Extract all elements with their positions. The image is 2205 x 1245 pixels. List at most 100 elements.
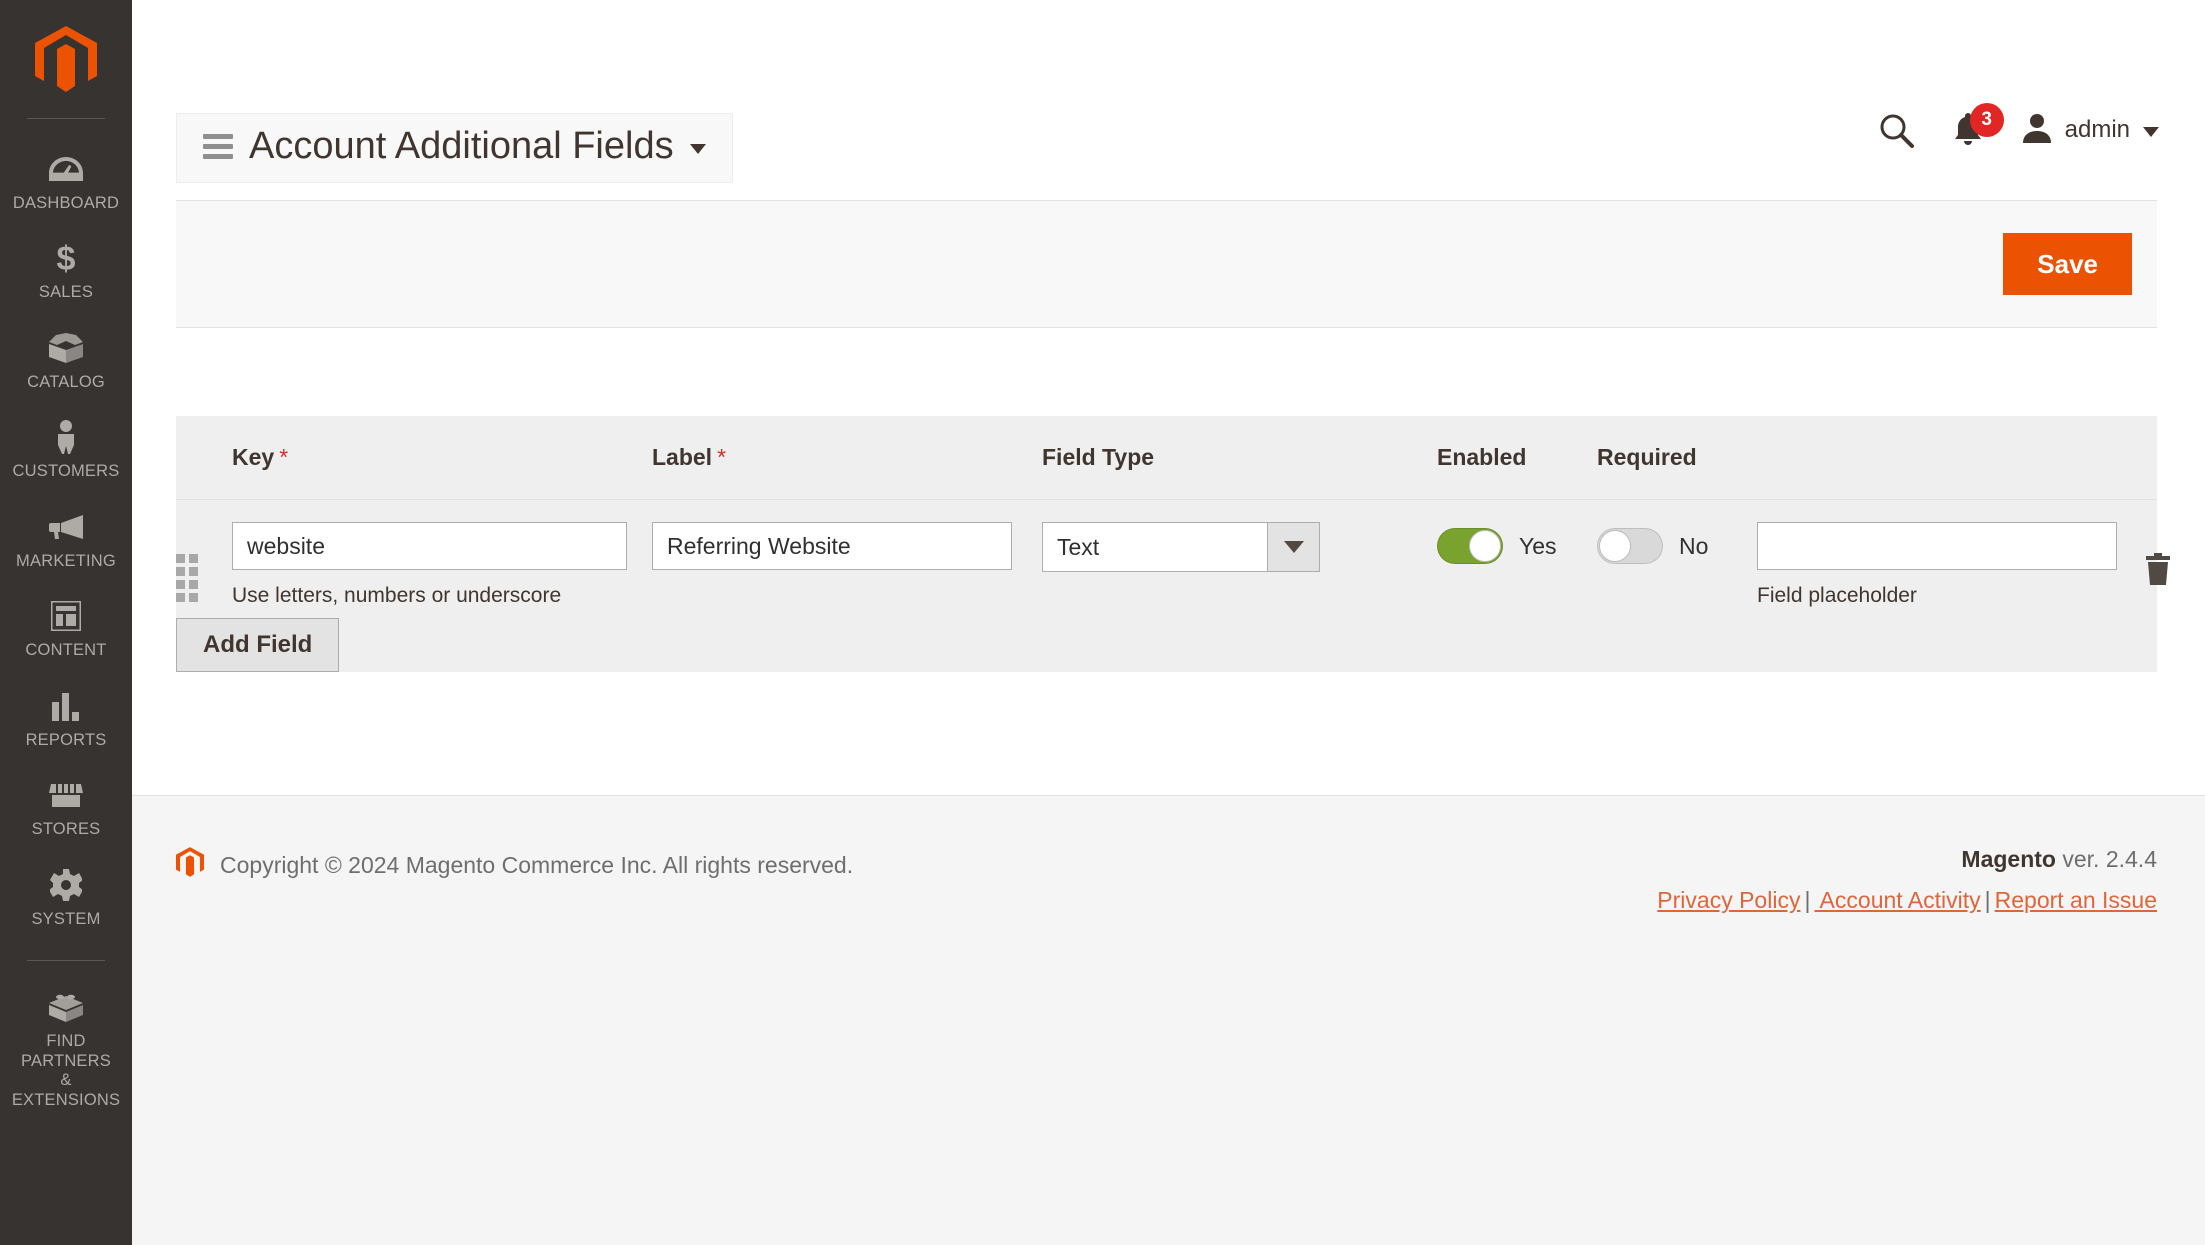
sidebar-item-label: CONTENT (25, 641, 107, 660)
page-actions-bar: Save (176, 200, 2157, 328)
column-label: Required (1597, 444, 1697, 470)
copyright-block: Copyright © 2024 Magento Commerce Inc. A… (176, 846, 853, 884)
version-text: Magento ver. 2.4.4 (1657, 846, 2157, 873)
enabled-toggle-state: Yes (1519, 532, 1557, 559)
sidebar-item-content[interactable]: CONTENT (0, 584, 132, 673)
save-button[interactable]: Save (2003, 233, 2132, 295)
sidebar-divider-top (27, 118, 105, 119)
hamburger-menu-icon[interactable] (203, 133, 233, 159)
page-header: Account Additional Fields 3 admin (132, 0, 2205, 200)
sidebar-item-label: FIND PARTNERS & EXTENSIONS (11, 1032, 121, 1109)
field-type-select[interactable]: Text (1042, 522, 1320, 572)
page-title-box: Account Additional Fields (176, 113, 733, 183)
label-input[interactable] (652, 522, 1012, 570)
chevron-down-icon (2143, 127, 2159, 137)
column-header-enabled: Enabled (1437, 416, 1597, 500)
field-placeholder-input[interactable] (1757, 522, 2117, 570)
required-marker: * (717, 444, 727, 470)
sidebar-item-find-partners-extensions[interactable]: FIND PARTNERS & EXTENSIONS (0, 975, 132, 1123)
sidebar-item-label: DASHBOARD (12, 194, 120, 212)
column-header-key: Key * (232, 416, 652, 500)
sidebar-item-label: REPORTS (25, 730, 107, 749)
dashboard-gauge-icon (49, 150, 83, 188)
cell-placeholder: Field placeholder (1757, 499, 2170, 618)
user-menu[interactable]: admin (2022, 113, 2159, 148)
dollar-sign-icon: $ (54, 239, 78, 277)
box-icon (49, 329, 83, 367)
sidebar-divider-bottom (27, 960, 105, 962)
lego-brick-icon (49, 988, 83, 1026)
person-icon (54, 418, 78, 456)
user-avatar-icon (2022, 113, 2052, 148)
sidebar-item-reports[interactable]: REPORTS (0, 674, 132, 763)
sidebar-item-stores[interactable]: STORES (0, 763, 132, 852)
megaphone-icon (49, 508, 83, 546)
main-content: Account Additional Fields 3 admin Save K… (132, 0, 2205, 1245)
trash-icon[interactable] (2143, 552, 2173, 586)
table-footer-row: Add Field (176, 618, 2157, 672)
copyright-text: Copyright © 2024 Magento Commerce Inc. A… (220, 851, 854, 878)
sidebar-item-label: MARKETING (16, 551, 116, 570)
sidebar-item-sales[interactable]: $ SALES (0, 226, 132, 315)
report-an-issue-link[interactable]: Report an Issue (1995, 887, 2157, 913)
gear-icon (50, 866, 82, 904)
toggle-knob (1599, 530, 1631, 562)
column-header-label: Label * (652, 416, 1042, 500)
field-placeholder-hint: Field placeholder (1757, 584, 1917, 607)
column-header-placeholder (1757, 416, 2157, 500)
page-footer: Copyright © 2024 Magento Commerce Inc. A… (132, 795, 2205, 1245)
cell-key: Use letters, numbers or underscore (232, 499, 652, 618)
link-separator: | (1984, 887, 1991, 913)
admin-page: DASHBOARD $ SALES CATALOG CUSTOMERS MARK… (0, 0, 2205, 1245)
sidebar-item-marketing[interactable]: MARKETING (0, 495, 132, 584)
column-label: Label (652, 444, 713, 470)
cell-drag-handle (176, 499, 232, 618)
column-label: Key (232, 444, 275, 470)
drag-handle-icon[interactable] (176, 554, 232, 602)
magento-logo-icon[interactable] (35, 26, 97, 92)
additional-fields-table: Key * Label * Field Type Enabled Required (176, 416, 2170, 672)
sidebar-item-label: CATALOG (27, 372, 105, 391)
page-title: Account Additional Fields (249, 125, 674, 167)
storefront-icon (49, 776, 83, 814)
main-sidebar: DASHBOARD $ SALES CATALOG CUSTOMERS MARK… (0, 0, 132, 1245)
column-header-required: Required (1597, 416, 1757, 500)
sidebar-item-label: SYSTEM (31, 909, 101, 928)
key-input[interactable] (232, 522, 627, 570)
product-name: Magento (1961, 846, 2056, 872)
toggle-knob (1469, 530, 1501, 562)
svg-text:$: $ (57, 241, 76, 275)
add-field-button[interactable]: Add Field (176, 618, 340, 672)
table-header-row: Key * Label * Field Type Enabled Required (176, 416, 2157, 500)
field-type-selected-value: Text (1057, 533, 1100, 560)
enabled-toggle[interactable] (1437, 528, 1503, 564)
cell-label (652, 499, 1042, 618)
sidebar-item-customers[interactable]: CUSTOMERS (0, 405, 132, 494)
privacy-policy-link[interactable]: Privacy Policy (1657, 887, 1800, 913)
required-marker: * (279, 444, 289, 470)
additional-fields-section: Key * Label * Field Type Enabled Required (176, 416, 2170, 672)
account-activity-link[interactable]: Account Activity (1814, 887, 1981, 913)
chevron-down-icon[interactable] (689, 144, 706, 154)
column-header-handle (176, 416, 232, 500)
sidebar-item-dashboard[interactable]: DASHBOARD (0, 137, 132, 226)
key-hint: Use letters, numbers or underscore (232, 584, 562, 607)
sidebar-item-label: SALES (38, 283, 94, 302)
header-actions: 3 admin (1878, 103, 2159, 148)
cell-add-field: Add Field (176, 618, 2157, 672)
notifications-bell-icon[interactable]: 3 (1952, 103, 2004, 148)
column-label: Field Type (1042, 444, 1155, 470)
sidebar-item-label: STORES (31, 820, 101, 839)
column-label: Enabled (1437, 444, 1527, 470)
sidebar-item-catalog[interactable]: CATALOG (0, 316, 132, 405)
notifications-count-badge: 3 (1969, 103, 2004, 137)
version-number: ver. 2.4.4 (2055, 846, 2157, 872)
search-icon[interactable] (1878, 112, 1914, 148)
layout-panel-icon (51, 597, 81, 635)
magento-logo-icon (176, 846, 204, 884)
bar-chart-icon (51, 687, 81, 725)
sidebar-item-system[interactable]: SYSTEM (0, 853, 132, 942)
table-row: Use letters, numbers or underscore T (176, 499, 2170, 618)
required-toggle[interactable] (1597, 528, 1663, 564)
cell-required: No (1597, 499, 1757, 618)
